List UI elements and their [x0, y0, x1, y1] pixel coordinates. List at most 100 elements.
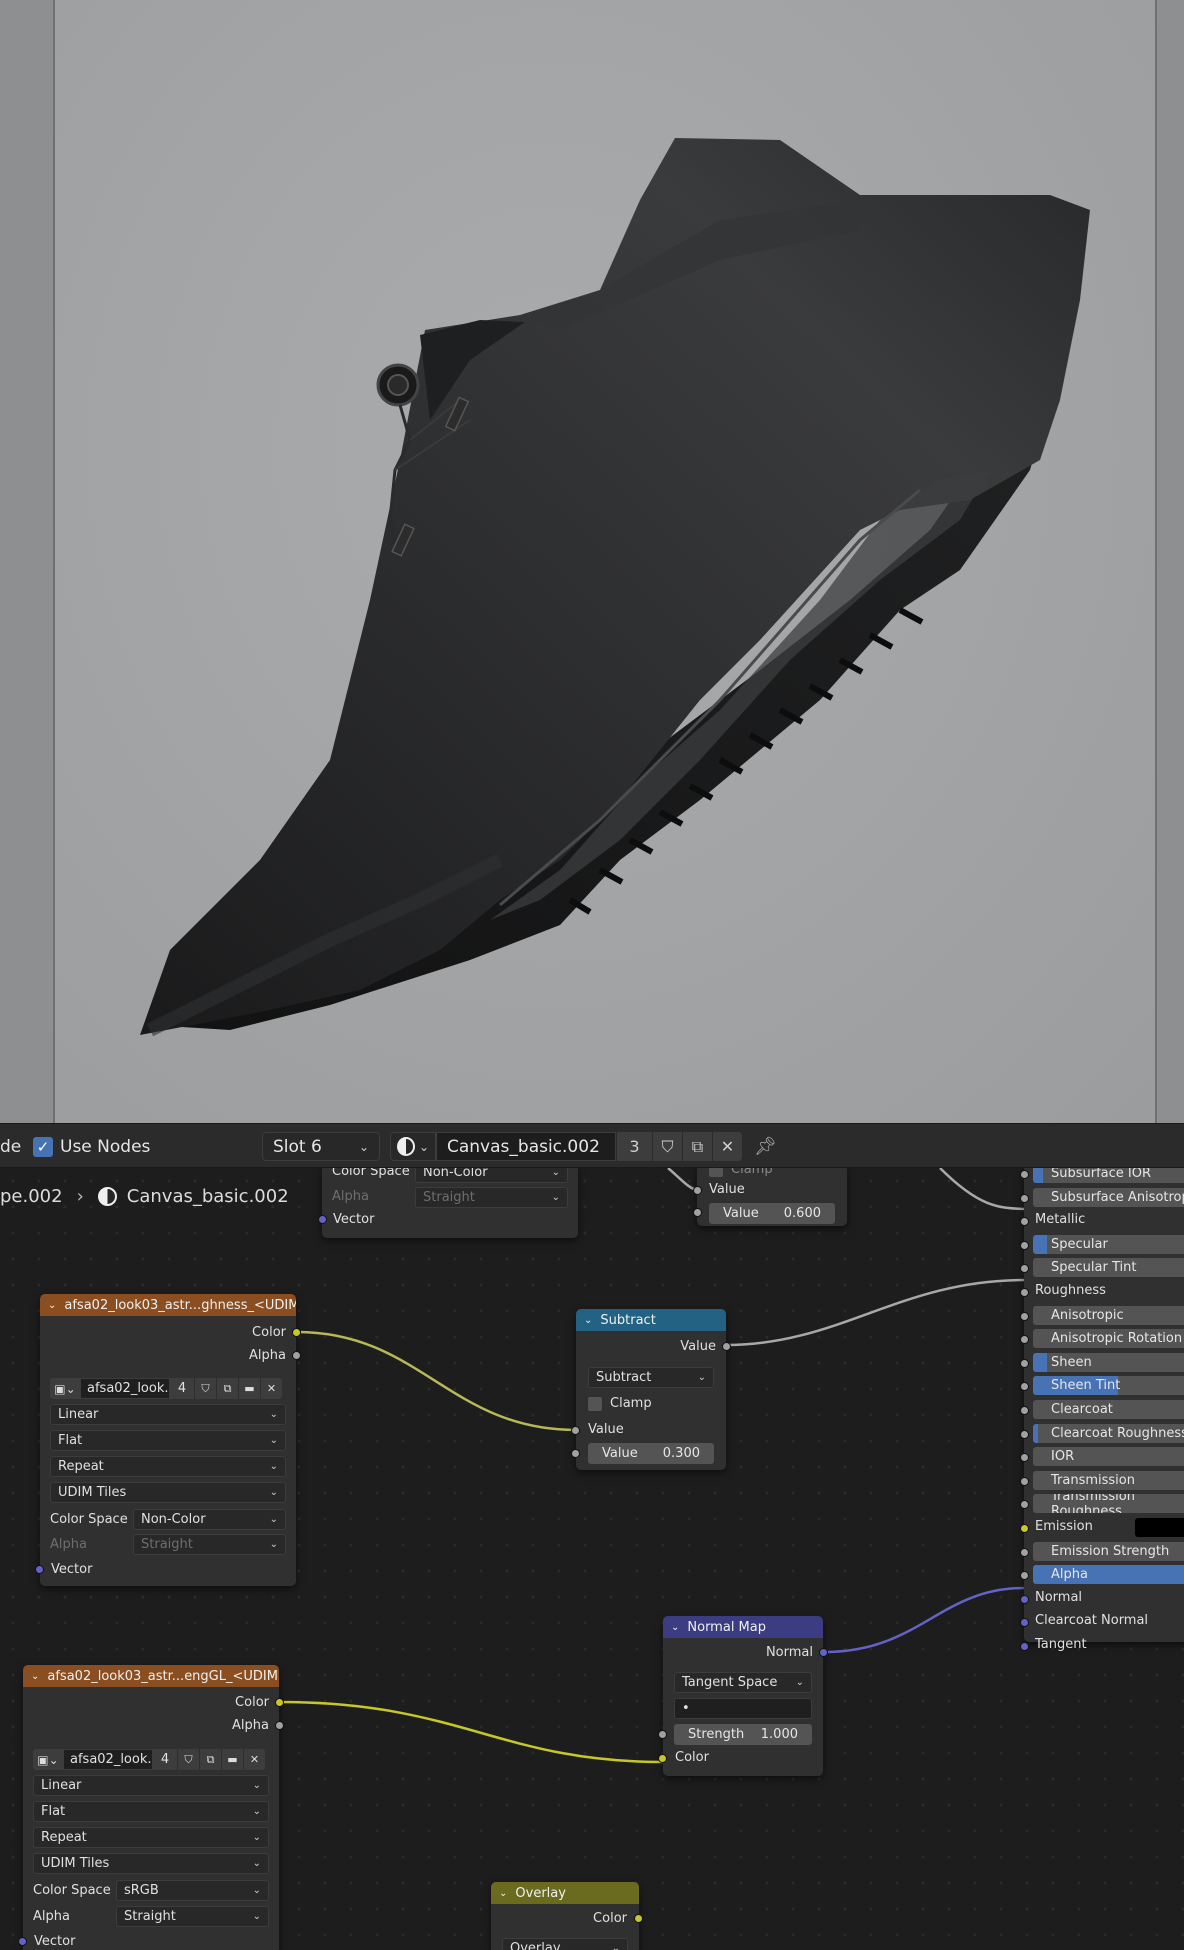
bsdf-field[interactable]: Sheen — [1033, 1352, 1184, 1372]
bsdf-input-socket[interactable] — [1020, 1406, 1029, 1415]
bsdf-input-socket[interactable] — [1020, 1170, 1029, 1179]
source-dropdown[interactable]: UDIM Tiles ⌄ — [50, 1482, 286, 1503]
uv-map-field[interactable]: • — [674, 1698, 812, 1719]
image-selector[interactable]: ▣⌄ afsa02_look... 4 ⛉ ⧉ ▬ ✕ — [50, 1378, 282, 1399]
bsdf-field[interactable]: Anisotropic — [1033, 1305, 1184, 1325]
alpha-dropdown[interactable]: Straight ⌄ — [116, 1906, 269, 1927]
bsdf-field[interactable]: Alpha — [1033, 1565, 1184, 1585]
duplicate-icon[interactable]: ⧉ — [682, 1132, 712, 1161]
normal-map-node[interactable]: ⌄ Normal Map Normal Tangent Space ⌄ • Stre… — [658, 1616, 828, 1776]
projection-dropdown[interactable]: Flat ⌄ — [33, 1801, 269, 1822]
bsdf-input-socket[interactable] — [1020, 1311, 1029, 1321]
bsdf-field[interactable]: Transmission Roughness — [1033, 1494, 1184, 1514]
vector-input-socket[interactable] — [318, 1215, 327, 1224]
image-user-count[interactable]: 4 — [170, 1378, 194, 1399]
bsdf-field[interactable]: Anisotropic Rotation — [1033, 1329, 1184, 1349]
image-browse-icon[interactable]: ▣⌄ — [33, 1749, 63, 1770]
vector-input-socket[interactable] — [18, 1937, 27, 1946]
bsdf-input-socket[interactable] — [1020, 1358, 1029, 1368]
breadcrumb-material[interactable]: Canvas_basic.002 — [127, 1186, 289, 1207]
3d-viewport[interactable] — [0, 0, 1184, 1123]
fake-user-shield-icon[interactable]: ⛉ — [652, 1132, 682, 1161]
bsdf-field[interactable]: Clearcoat Roughness — [1033, 1423, 1184, 1443]
bsdf-field[interactable]: Specular Tint — [1033, 1258, 1184, 1278]
bsdf-field[interactable]: Transmission — [1033, 1470, 1184, 1490]
user-count-button[interactable]: 3 — [616, 1132, 652, 1161]
collapse-arrow-icon[interactable]: ⌄ — [31, 1671, 39, 1682]
strength-input-socket[interactable] — [658, 1730, 667, 1739]
value-input-socket[interactable] — [571, 1426, 580, 1435]
use-nodes-checkbox[interactable]: ✓ — [33, 1136, 53, 1157]
fake-user-shield-icon[interactable]: ⛉ — [194, 1378, 216, 1399]
image-texture-node-normal[interactable]: ⌄ afsa02_look03_astr...engGL_<UDIM>.png C… — [18, 1665, 284, 1950]
value-input-socket-2[interactable] — [571, 1449, 580, 1458]
close-icon[interactable]: ✕ — [712, 1132, 742, 1161]
blend-mode-dropdown[interactable]: Overlay ⌄ — [502, 1938, 628, 1950]
value-output-socket[interactable] — [722, 1342, 731, 1351]
image-selector[interactable]: ▣⌄ afsa02_look... 4 ⛉ ⧉ ▬ ✕ — [33, 1749, 265, 1770]
color-space-dropdown[interactable]: Non-Color ⌄ — [133, 1509, 286, 1530]
duplicate-icon[interactable]: ⧉ — [216, 1378, 238, 1399]
bsdf-input-socket[interactable] — [1020, 1193, 1029, 1203]
alpha-output-socket[interactable] — [275, 1721, 284, 1730]
bsdf-field[interactable]: Emission Strength — [1033, 1541, 1184, 1561]
vector-input-socket[interactable] — [35, 1565, 44, 1574]
value-field[interactable]: Value 0.600 — [709, 1203, 835, 1224]
image-name-field[interactable]: afsa02_look... — [80, 1378, 170, 1399]
source-dropdown[interactable]: UDIM Tiles ⌄ — [33, 1853, 269, 1874]
folder-icon[interactable]: ▬ — [221, 1749, 243, 1770]
emission-color-swatch[interactable] — [1135, 1518, 1184, 1537]
alpha-output-socket[interactable] — [292, 1351, 301, 1360]
close-icon[interactable]: ✕ — [260, 1378, 282, 1399]
shader-node-editor[interactable]: pe.002 › Canvas_basic.002 Color Space No… — [0, 1168, 1184, 1950]
mix-overlay-node[interactable]: ⌄ Overlay Color Overlay ⌄ — [491, 1882, 643, 1950]
image-user-count[interactable]: 4 — [153, 1749, 177, 1770]
clamp-checkbox[interactable]: Clamp — [588, 1396, 652, 1411]
fake-user-shield-icon[interactable]: ⛉ — [177, 1749, 199, 1770]
folder-icon[interactable]: ▬ — [238, 1378, 260, 1399]
value-input-socket[interactable] — [693, 1186, 702, 1195]
strength-field[interactable]: Strength 1.000 — [674, 1724, 812, 1745]
image-texture-node-roughness[interactable]: ⌄afsa02_look03_astr...ghness_<UDIM>.png … — [35, 1294, 301, 1586]
collapse-arrow-icon[interactable]: ⌄ — [48, 1300, 56, 1311]
use-nodes-toggle[interactable]: ✓ Use Nodes — [33, 1132, 150, 1161]
bsdf-input-socket[interactable] — [1020, 1642, 1029, 1651]
value-input-socket-2[interactable] — [693, 1208, 702, 1217]
node-header[interactable]: ⌄ afsa02_look03_astr...engGL_<UDIM>.png — [23, 1665, 279, 1687]
color-space-dropdown[interactable]: sRGB ⌄ — [116, 1880, 269, 1901]
bsdf-input-socket[interactable] — [1020, 1524, 1029, 1533]
node-header[interactable]: ⌄ Overlay — [491, 1882, 639, 1904]
color-input-socket[interactable] — [658, 1754, 667, 1763]
bsdf-field[interactable]: Specular — [1033, 1234, 1184, 1254]
bsdf-input-socket[interactable] — [1020, 1240, 1029, 1250]
collapse-arrow-icon[interactable]: ⌄ — [671, 1622, 679, 1633]
operation-dropdown[interactable]: Subtract ⌄ — [588, 1367, 714, 1388]
space-dropdown[interactable]: Tangent Space ⌄ — [674, 1672, 812, 1693]
breadcrumb-object[interactable]: pe.002 — [0, 1186, 63, 1207]
value-field[interactable]: Value 0.300 — [588, 1443, 714, 1464]
node-header[interactable]: ⌄ Subtract — [576, 1309, 726, 1331]
image-name-field[interactable]: afsa02_look... — [63, 1749, 153, 1770]
interpolation-dropdown[interactable]: Linear ⌄ — [33, 1775, 269, 1796]
slot-dropdown[interactable]: Slot 6 ⌄ — [262, 1132, 380, 1161]
pin-icon[interactable]: 📌︎ — [754, 1132, 777, 1161]
bsdf-input-socket[interactable] — [1020, 1288, 1029, 1297]
duplicate-icon[interactable]: ⧉ — [199, 1749, 221, 1770]
material-browse-button[interactable]: ⌄ — [390, 1132, 436, 1161]
interpolation-dropdown[interactable]: Linear ⌄ — [50, 1404, 286, 1425]
math-node-top[interactable]: Clamp Value Value 0.600 — [693, 1168, 847, 1226]
normal-output-socket[interactable] — [819, 1648, 828, 1657]
color-output-socket[interactable] — [292, 1328, 301, 1337]
bsdf-input-socket[interactable] — [1020, 1429, 1029, 1439]
color-space-dropdown[interactable]: Non-Color ⌄ — [415, 1168, 568, 1183]
projection-dropdown[interactable]: Flat ⌄ — [50, 1430, 286, 1451]
material-name-field[interactable]: Canvas_basic.002 — [436, 1132, 616, 1161]
bsdf-input-socket[interactable] — [1020, 1547, 1029, 1557]
close-icon[interactable]: ✕ — [243, 1749, 265, 1770]
bsdf-field[interactable]: Subsurface Anisotropy — [1033, 1187, 1184, 1207]
image-browse-icon[interactable]: ▣⌄ — [50, 1378, 80, 1399]
bsdf-input-socket[interactable] — [1020, 1594, 1029, 1604]
extension-dropdown[interactable]: Repeat ⌄ — [50, 1456, 286, 1477]
clamp-checkbox-top[interactable]: Clamp — [709, 1168, 773, 1177]
color-output-socket[interactable] — [634, 1914, 643, 1923]
